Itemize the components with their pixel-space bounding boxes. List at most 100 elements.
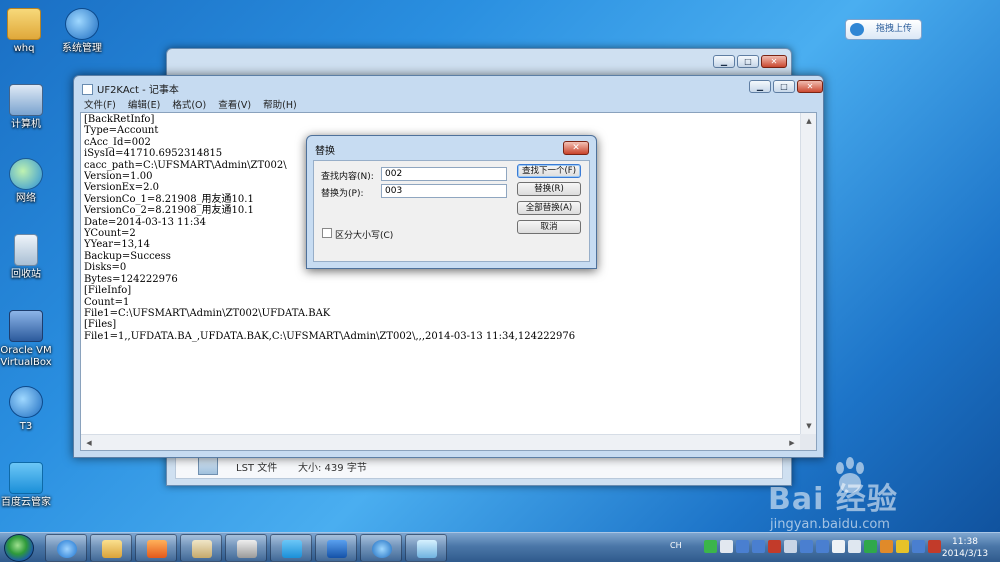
t3-app-icon xyxy=(372,540,392,558)
window-title-text: UF2KAct - 记事本 xyxy=(97,85,179,96)
desktop-icon-label: 计算机 xyxy=(11,119,41,130)
find-next-button[interactable]: 查找下一个(F) xyxy=(517,164,581,178)
desktop-icon-virtualbox[interactable]: Oracle VM VirtualBox xyxy=(0,310,58,369)
recycle-bin-icon xyxy=(14,234,38,266)
scroll-up-icon[interactable]: ▲ xyxy=(801,113,817,129)
notepad-icon xyxy=(417,540,437,558)
window-controls: ▁ □ ✕ xyxy=(749,80,823,93)
taskbar-media-player[interactable] xyxy=(135,534,177,562)
vertical-scrollbar[interactable]: ▲ ▼ xyxy=(800,113,816,434)
notepad-icon xyxy=(82,84,93,95)
minimize-button[interactable]: ▁ xyxy=(749,80,771,93)
file-type: LST 文件 xyxy=(236,463,278,474)
dialog-close-button[interactable]: ✕ xyxy=(563,141,589,155)
tray-app-icon[interactable] xyxy=(720,540,733,553)
explorer-icon xyxy=(102,540,122,558)
taskbar-explorer[interactable] xyxy=(90,534,132,562)
menu-file[interactable]: 文件(F) xyxy=(84,97,116,111)
taskbar-notepad[interactable] xyxy=(405,534,447,562)
maximize-button[interactable]: □ xyxy=(773,80,795,93)
replace-dialog[interactable]: 替换 ✕ 查找内容(N): 002 替换为(P): 003 区分大小写(C) 查… xyxy=(306,135,597,269)
taskbar-maxthon[interactable] xyxy=(315,534,357,562)
desktop-icon-label: Oracle VM VirtualBox xyxy=(0,345,52,368)
cancel-button[interactable]: 取消 xyxy=(517,220,581,234)
taskbar: CH 11:38 2014/3/13 xyxy=(0,532,1000,562)
ie-icon xyxy=(57,540,77,558)
replace-input[interactable]: 003 xyxy=(381,184,507,198)
taskbar-ie[interactable] xyxy=(45,534,87,562)
upload-label: 拖拽上传 xyxy=(876,24,913,34)
network-status-icon[interactable] xyxy=(832,540,845,553)
scroll-down-icon[interactable]: ▼ xyxy=(801,418,817,434)
desktop-icon-baidu-cloud[interactable]: 百度云管家 xyxy=(0,462,58,509)
editor-line: [FileInfo] xyxy=(84,285,132,297)
clock-date: 2014/3/13 xyxy=(941,549,989,559)
horizontal-scrollbar[interactable]: ◀ ▶ xyxy=(81,434,800,450)
editor-line: File1=C:\UFSMART\Admin\ZT002\UFDATA.BAK xyxy=(84,307,331,319)
system-tray xyxy=(704,540,941,553)
close-button[interactable]: ✕ xyxy=(797,80,823,93)
find-input[interactable]: 002 xyxy=(381,167,507,181)
tray-app-icon[interactable] xyxy=(880,540,893,553)
tray-app-icon[interactable] xyxy=(896,540,909,553)
replace-all-button[interactable]: 全部替换(A) xyxy=(517,201,581,215)
minimize-button[interactable]: ▁ xyxy=(713,55,735,68)
size-grip[interactable] xyxy=(800,434,816,450)
editor-line: File1=1,,UFDATA.BA_,UFDATA.BAK,C:\UFSMAR… xyxy=(84,330,576,342)
maximize-button[interactable]: □ xyxy=(737,55,759,68)
tray-app-icon[interactable] xyxy=(704,540,717,553)
editor-line: Bytes=124222976 xyxy=(84,273,178,285)
tray-app-icon[interactable] xyxy=(912,540,925,553)
tray-app-icon[interactable] xyxy=(864,540,877,553)
dialog-body: 查找内容(N): 002 替换为(P): 003 区分大小写(C) 查找下一个(… xyxy=(313,160,590,262)
taskbar-paint[interactable] xyxy=(180,534,222,562)
menu-help[interactable]: 帮助(H) xyxy=(263,97,297,111)
tray-app-icon[interactable] xyxy=(800,540,813,553)
window-controls: ▁ □ ✕ xyxy=(713,55,787,68)
start-button[interactable] xyxy=(4,534,34,562)
system-manage-icon xyxy=(65,8,99,40)
dialog-title: 替换 xyxy=(315,146,335,157)
scroll-left-icon[interactable]: ◀ xyxy=(81,435,97,451)
editor-line: Count=1 xyxy=(84,296,130,308)
taskbar-server-manager[interactable] xyxy=(225,534,267,562)
t3-app-icon xyxy=(9,386,43,418)
desktop-icon-label: T3 xyxy=(19,421,33,432)
desktop-icon-computer[interactable]: 计算机 xyxy=(0,84,58,131)
desktop-icon-label: 回收站 xyxy=(11,269,41,280)
match-case-checkbox[interactable] xyxy=(322,228,332,238)
baidu-cloud-icon xyxy=(9,462,43,494)
desktop-icon-label: 百度云管家 xyxy=(1,497,51,508)
desktop-icon-whq[interactable]: whq xyxy=(0,8,56,55)
menu-view[interactable]: 查看(V) xyxy=(218,97,251,111)
desktop-icon-system-manage[interactable]: 系统管理 xyxy=(50,8,114,55)
paint-icon xyxy=(192,540,212,558)
taskbar-baidu-cloud[interactable] xyxy=(270,534,312,562)
tray-app-icon[interactable] xyxy=(784,540,797,553)
close-button[interactable]: ✕ xyxy=(761,55,787,68)
language-indicator[interactable]: CH xyxy=(670,541,682,550)
drag-upload-button[interactable]: 拖拽上传 xyxy=(845,19,922,40)
tray-app-icon[interactable] xyxy=(768,540,781,553)
clock[interactable]: 11:38 2014/3/13 xyxy=(938,536,992,560)
tray-app-icon[interactable] xyxy=(736,540,749,553)
network-icon xyxy=(9,158,43,190)
taskbar-t3[interactable] xyxy=(360,534,402,562)
desktop-icon-network[interactable]: 网络 xyxy=(0,158,58,205)
baidu-cloud-icon xyxy=(850,23,864,36)
desktop-icon-recycle-bin[interactable]: 回收站 xyxy=(0,234,58,281)
replace-button[interactable]: 替换(R) xyxy=(517,182,581,196)
desktop-icon-label: 网络 xyxy=(16,193,36,204)
tray-app-icon[interactable] xyxy=(752,540,765,553)
computer-icon xyxy=(9,84,43,116)
volume-icon[interactable] xyxy=(848,540,861,553)
menu-edit[interactable]: 编辑(E) xyxy=(128,97,160,111)
tray-app-icon[interactable] xyxy=(816,540,829,553)
watermark-url: jingyan.baidu.com xyxy=(770,517,890,532)
scroll-right-icon[interactable]: ▶ xyxy=(784,435,800,451)
menu-format[interactable]: 格式(O) xyxy=(172,97,206,111)
editor-line: [BackRetInfo] xyxy=(84,114,155,125)
file-size: 大小: 439 字节 xyxy=(298,463,367,474)
media-player-icon xyxy=(147,540,167,558)
desktop-icon-t3[interactable]: T3 xyxy=(0,386,58,433)
